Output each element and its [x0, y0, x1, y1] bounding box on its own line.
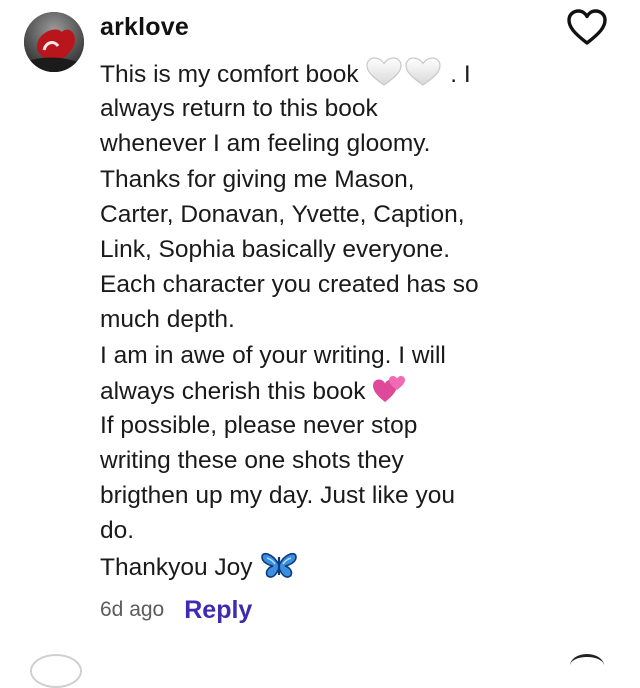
comment: arklove This is my comfort book . I alwa… — [0, 0, 640, 688]
comment-line: whenever I am feeling gloomy. — [100, 130, 431, 158]
two-hearts-icon — [372, 373, 406, 405]
next-comment-avatar-edge — [30, 654, 82, 688]
comment-line: Thanks for giving me Mason, — [100, 165, 415, 193]
timestamp: 6d ago — [100, 598, 165, 621]
white-heart-icon — [365, 56, 443, 88]
comment-line: If possible, please never stop — [100, 411, 418, 439]
butterfly-icon — [259, 549, 299, 581]
like-button[interactable] — [566, 8, 608, 48]
comment-line: Thankyou Joy — [100, 549, 610, 584]
avatar[interactable] — [24, 12, 84, 72]
comment-body: This is my comfort book . I always retur… — [100, 56, 610, 584]
comment-line: I am in awe of your writing. I will — [100, 341, 446, 369]
comment-line: Link, Sophia basically everyone. — [100, 235, 451, 263]
comment-line: always return to this book — [100, 95, 378, 123]
username[interactable]: arklove — [100, 13, 189, 42]
heart-outline-icon — [567, 9, 607, 45]
comment-line: writing these one shots they — [100, 447, 404, 475]
avatar-image — [24, 12, 84, 72]
reply-button[interactable]: Reply — [184, 596, 252, 625]
comment-line: Carter, Donavan, Yvette, Caption, — [100, 200, 465, 228]
comment-line: much depth. — [100, 306, 235, 334]
comment-line: This is my comfort book . I — [100, 56, 610, 91]
comment-line: brigthen up my day. Just like you — [100, 482, 455, 510]
comment-meta: 6d ago Reply — [100, 592, 252, 628]
comment-line: do. — [100, 517, 135, 545]
comment-line: Each character you created has so — [100, 271, 479, 299]
next-comment-heart-edge — [570, 654, 604, 677]
comment-line: always cherish this book — [100, 373, 610, 408]
